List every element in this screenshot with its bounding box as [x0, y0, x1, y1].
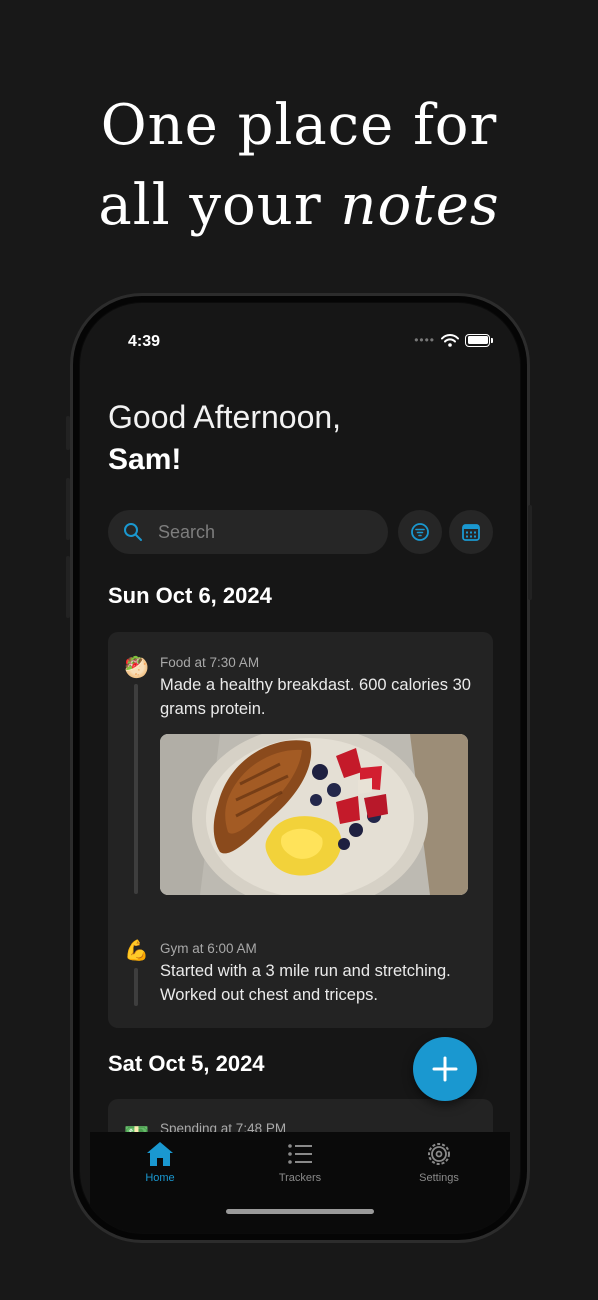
gym-icon: 💪 [124, 940, 149, 962]
calendar-button[interactable] [449, 510, 493, 554]
tab-label: Trackers [278, 1172, 322, 1184]
search-icon [124, 523, 142, 541]
wifi-icon [441, 333, 459, 347]
entry-text[interactable]: Started with a 3 mile run and stretching… [160, 959, 480, 1007]
timeline-line [134, 968, 138, 1006]
timeline-line [134, 684, 138, 894]
tab-label: Home [145, 1172, 175, 1184]
search-bar[interactable] [108, 510, 388, 554]
day-entries-card: 🥙 Food at 7:30 AM Made a healthy breakda… [108, 632, 493, 1028]
headline-line-2: all your notes [98, 173, 500, 238]
search-input[interactable] [158, 510, 378, 554]
breakfast-photo[interactable] [160, 734, 468, 895]
plus-icon [432, 1056, 458, 1082]
phone-side-button [66, 416, 70, 450]
filter-icon [411, 523, 429, 541]
greeting-line: Good Afternoon, [108, 399, 342, 435]
tab-label: Settings [419, 1172, 459, 1184]
headline-line-1: One place for [100, 93, 498, 158]
phone-volume-up [66, 478, 70, 540]
tab-bar: Home Trackers Settings [90, 1132, 510, 1233]
list-icon [288, 1144, 312, 1164]
marketing-headline: One place for all your notes [0, 86, 598, 246]
gear-icon [428, 1143, 450, 1165]
breakfast-image [160, 734, 468, 895]
status-icons: •••• [414, 333, 493, 347]
food-icon: 🥙 [124, 657, 149, 679]
entry-text[interactable]: Made a healthy breakdast. 600 calories 3… [160, 673, 480, 721]
app-screen: 4:39 •••• Good Afternoon, Sam! Search Su… [80, 303, 520, 1233]
add-entry-button[interactable] [413, 1037, 477, 1101]
entry-meta: Gym at 6:00 AM [160, 941, 257, 956]
date-header: Sun Oct 6, 2024 [108, 583, 272, 608]
tab-home[interactable]: Home [110, 1132, 210, 1192]
home-indicator[interactable] [226, 1209, 374, 1214]
filter-button[interactable] [398, 510, 442, 554]
calendar-icon [462, 524, 480, 541]
tab-settings[interactable]: Settings [389, 1132, 489, 1192]
tab-trackers[interactable]: Trackers [250, 1132, 350, 1192]
user-name: Sam! [108, 443, 182, 476]
date-header: Sat Oct 5, 2024 [108, 1051, 265, 1076]
status-time: 4:39 [128, 333, 161, 350]
signal-dots: •••• [414, 333, 435, 347]
entry-meta: Food at 7:30 AM [160, 655, 260, 670]
battery-icon [465, 333, 493, 347]
phone-volume-down [66, 556, 70, 618]
phone-power-button [528, 505, 532, 600]
home-icon [147, 1142, 173, 1166]
headline-italic-word: notes [340, 173, 500, 238]
